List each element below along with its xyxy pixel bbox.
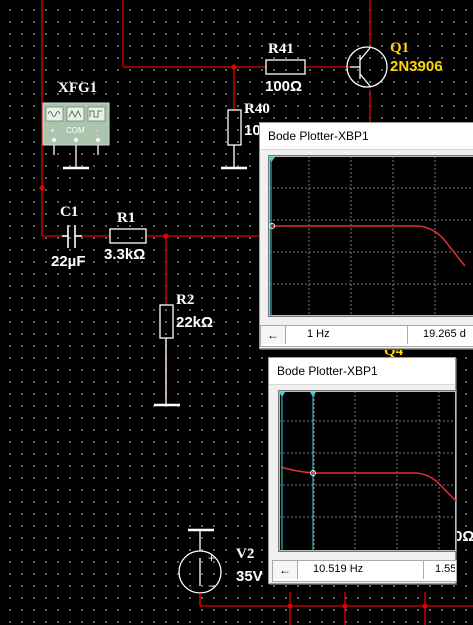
resistor-r1[interactable] (109, 228, 147, 244)
bode-2-frequency-readout: 10.519 Hz (313, 563, 364, 575)
bode-plotter-1-titlebar[interactable]: Bode Plotter-XBP1 (260, 123, 473, 150)
bode-plot-1-svg (268, 156, 473, 316)
xfg1-label: XFG1 (58, 80, 97, 96)
r41-label: R41 (268, 41, 294, 57)
c1-value: 22µF (51, 253, 86, 270)
r1-value: 3.3kΩ (104, 246, 145, 263)
square-wave-icon (87, 106, 106, 122)
triangle-wave-icon (66, 106, 85, 122)
v2-label: V2 (236, 546, 254, 562)
bode-plotter-1-readout: ← 1 Hz 19.265 d (260, 325, 473, 347)
r1-label: R1 (117, 210, 135, 226)
transistor-q1[interactable] (346, 46, 388, 88)
bode-plotter-2-graph[interactable] (278, 390, 457, 552)
bode-1-magnitude-trace (271, 225, 466, 267)
r2-value: 22kΩ (176, 314, 213, 331)
xfg1-com-label: COM (66, 126, 85, 135)
svg-text:−: − (208, 579, 215, 593)
r41-value: 100Ω (265, 78, 302, 95)
bode-2-cursor-marker-icon[interactable] (310, 392, 316, 397)
svg-text:+: + (50, 126, 55, 135)
bode-plotter-1-title: Bode Plotter-XBP1 (268, 129, 369, 143)
bode-2-gain-readout: 1.55 (435, 563, 455, 575)
resistor-r40[interactable] (227, 109, 242, 146)
r40-label: R40 (244, 101, 270, 117)
bode-2-magnitude-trace (280, 466, 457, 502)
resistor-r2[interactable] (159, 304, 174, 339)
q1-model: 2N3906 (390, 58, 443, 75)
function-generator-xfg1[interactable]: + COM - (42, 102, 110, 146)
bode-2-cursor-left-button[interactable]: ← (273, 561, 298, 579)
bode-plotter-1-graph[interactable] (268, 155, 473, 317)
bode-plot-2-svg (279, 391, 457, 551)
bode-plotter-2-title: Bode Plotter-XBP1 (277, 364, 378, 378)
capacitor-c1[interactable] (62, 225, 82, 248)
c1-label: C1 (60, 204, 78, 220)
svg-text:-: - (95, 126, 98, 135)
bode-plotter-window-1[interactable]: Bode Plotter-XBP1 ← 1 Hz 19.265 d (259, 122, 473, 349)
r2-label: R2 (176, 292, 194, 308)
voltage-source-v2[interactable] (178, 528, 222, 606)
v2-value: 35V (236, 568, 263, 585)
bode-1-cursor-left-button[interactable]: ← (261, 326, 286, 344)
sine-wave-icon (45, 106, 64, 122)
bode-plotter-window-2[interactable]: Bode Plotter-XBP1 ← 10.519 Hz 1.55 (268, 357, 457, 584)
svg-text:+: + (208, 551, 215, 565)
resistor-r41[interactable] (265, 59, 306, 75)
bode-1-gain-readout: 19.265 d (423, 328, 466, 340)
bode-plotter-2-titlebar[interactable]: Bode Plotter-XBP1 (269, 358, 455, 385)
q1-label: Q1 (390, 40, 409, 56)
bode-1-frequency-readout: 1 Hz (307, 328, 330, 340)
bode-plotter-2-readout: ← 10.519 Hz 1.55 (272, 560, 457, 582)
